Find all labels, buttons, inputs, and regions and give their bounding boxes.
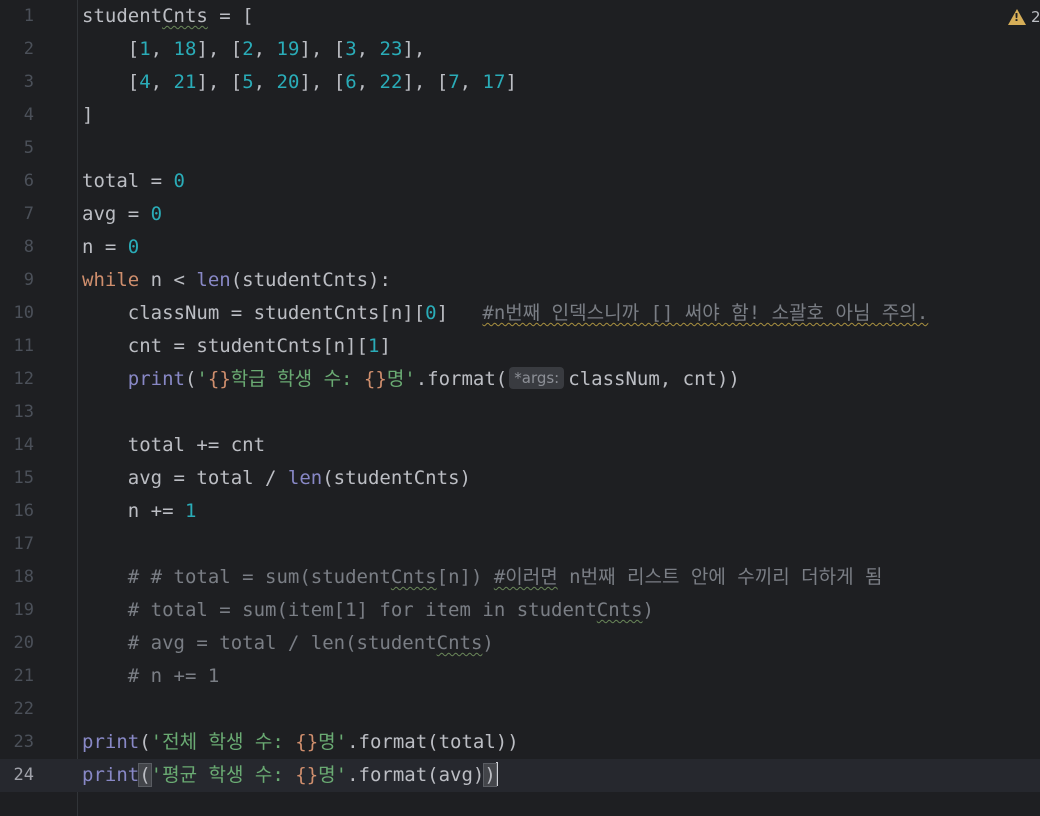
line-code: # total = sum(item[1] for item in studen…	[127, 599, 654, 621]
code-line[interactable]: 10 classNum = studentCnts[n][0] #n번째 인덱스…	[0, 297, 1040, 330]
line-code: total = 0	[82, 170, 185, 192]
code-line[interactable]: 19 # total = sum(item[1] for item in stu…	[0, 594, 1040, 627]
line-code: classNum = studentCnts[n][0] #n번째 인덱스니까 …	[82, 302, 929, 324]
code-line[interactable]: 2 [1, 18], [2, 19], [3, 23],	[0, 33, 1040, 66]
code-line[interactable]: 8 n = 0	[0, 231, 1040, 264]
code-line[interactable]: 9 while n < len(studentCnts):	[0, 264, 1040, 297]
line-number: 4	[23, 105, 34, 125]
code-line-current[interactable]: 24 print('평균 학생 수: {}명'.format(avg))	[0, 759, 1040, 792]
line-code: print('평균 학생 수: {}명'.format(avg))	[82, 762, 498, 787]
code-line[interactable]: 21 # n += 1	[0, 660, 1040, 693]
line-number: 19	[13, 600, 34, 620]
line-number: 2	[23, 39, 34, 59]
line-number: 13	[13, 402, 34, 422]
code-line[interactable]: 15 avg = total / len(studentCnts)	[0, 462, 1040, 495]
line-code: # n += 1	[82, 665, 220, 687]
code-line[interactable]: 13	[0, 396, 1040, 429]
line-code: while n < len(studentCnts):	[82, 269, 391, 291]
line-number: 6	[23, 171, 34, 191]
code-editor[interactable]: ! 2 1 studentCnts = [ 2 [1, 18], [2, 19]…	[0, 0, 1040, 816]
matched-bracket: (	[138, 763, 152, 787]
line-number: 24	[13, 765, 34, 785]
text-caret	[495, 762, 498, 786]
code-line[interactable]: 14 total += cnt	[0, 429, 1040, 462]
line-code: # avg = total / len(studentCnts)	[127, 632, 494, 654]
line-number: 8	[23, 237, 34, 257]
line-number: 14	[13, 435, 34, 455]
code-line[interactable]: 17	[0, 528, 1040, 561]
line-number: 9	[23, 270, 34, 290]
line-code: avg = 0	[82, 203, 163, 225]
code-line[interactable]: 12 print('{}학급 학생 수: {}명'.format(*args: c…	[0, 363, 1040, 396]
code-line[interactable]: 1 studentCnts = [	[0, 0, 1040, 33]
code-comment: #n번째 인덱스니까 [] 써야 함! 소괄호 아님 주의.	[482, 302, 929, 324]
code-line[interactable]: 18 # # total = sum(studentCnts[n]) #이러면 …	[0, 561, 1040, 594]
code-line[interactable]: 16 n += 1	[0, 495, 1040, 528]
line-code: [1, 18], [2, 19], [3, 23],	[82, 38, 426, 60]
code-line[interactable]: 23 print('전체 학생 수: {}명'.format(total))	[0, 726, 1040, 759]
code-line[interactable]: 4 ]	[0, 99, 1040, 132]
parameter-hint: *args:	[509, 367, 565, 389]
line-code: cnt = studentCnts[n][1]	[82, 335, 391, 357]
line-number: 7	[23, 204, 34, 224]
line-number: 3	[23, 72, 34, 92]
code-line[interactable]: 5	[0, 132, 1040, 165]
line-code: # # total = sum(studentCnts[n]) #이러면 n번째…	[127, 566, 883, 588]
line-number: 23	[13, 732, 34, 752]
line-number: 21	[13, 666, 34, 686]
code-line[interactable]: 3 [4, 21], [5, 20], [6, 22], [7, 17]	[0, 66, 1040, 99]
line-number: 17	[13, 534, 34, 554]
line-number: 20	[13, 633, 34, 653]
code-line[interactable]: 20 # avg = total / len(studentCnts)	[0, 627, 1040, 660]
line-number: 16	[13, 501, 34, 521]
line-code: n += 1	[82, 500, 197, 522]
line-number: 22	[13, 699, 34, 719]
code-line[interactable]: 22	[0, 693, 1040, 726]
line-code: print('{}학급 학생 수: {}명'.format(*args: clas…	[127, 367, 740, 390]
line-number: 15	[13, 468, 34, 488]
line-number: 1	[23, 6, 34, 26]
line-code: avg = total / len(studentCnts)	[82, 467, 471, 489]
matched-bracket: )	[483, 763, 497, 787]
code-line[interactable]: 6 total = 0	[0, 165, 1040, 198]
line-number: 12	[13, 369, 34, 389]
line-code: ]	[82, 104, 94, 126]
line-number: 10	[13, 303, 34, 323]
line-number: 18	[13, 567, 34, 587]
line-number: 5	[23, 138, 34, 158]
line-code: [4, 21], [5, 20], [6, 22], [7, 17]	[82, 71, 517, 93]
line-code: total += cnt	[82, 434, 266, 456]
code-line[interactable]: 11 cnt = studentCnts[n][1]	[0, 330, 1040, 363]
line-number: 11	[13, 336, 34, 356]
line-code: print('전체 학생 수: {}명'.format(total))	[82, 731, 519, 753]
line-code: studentCnts = [	[82, 5, 254, 27]
line-code: n = 0	[82, 236, 140, 258]
code-line[interactable]: 7 avg = 0	[0, 198, 1040, 231]
